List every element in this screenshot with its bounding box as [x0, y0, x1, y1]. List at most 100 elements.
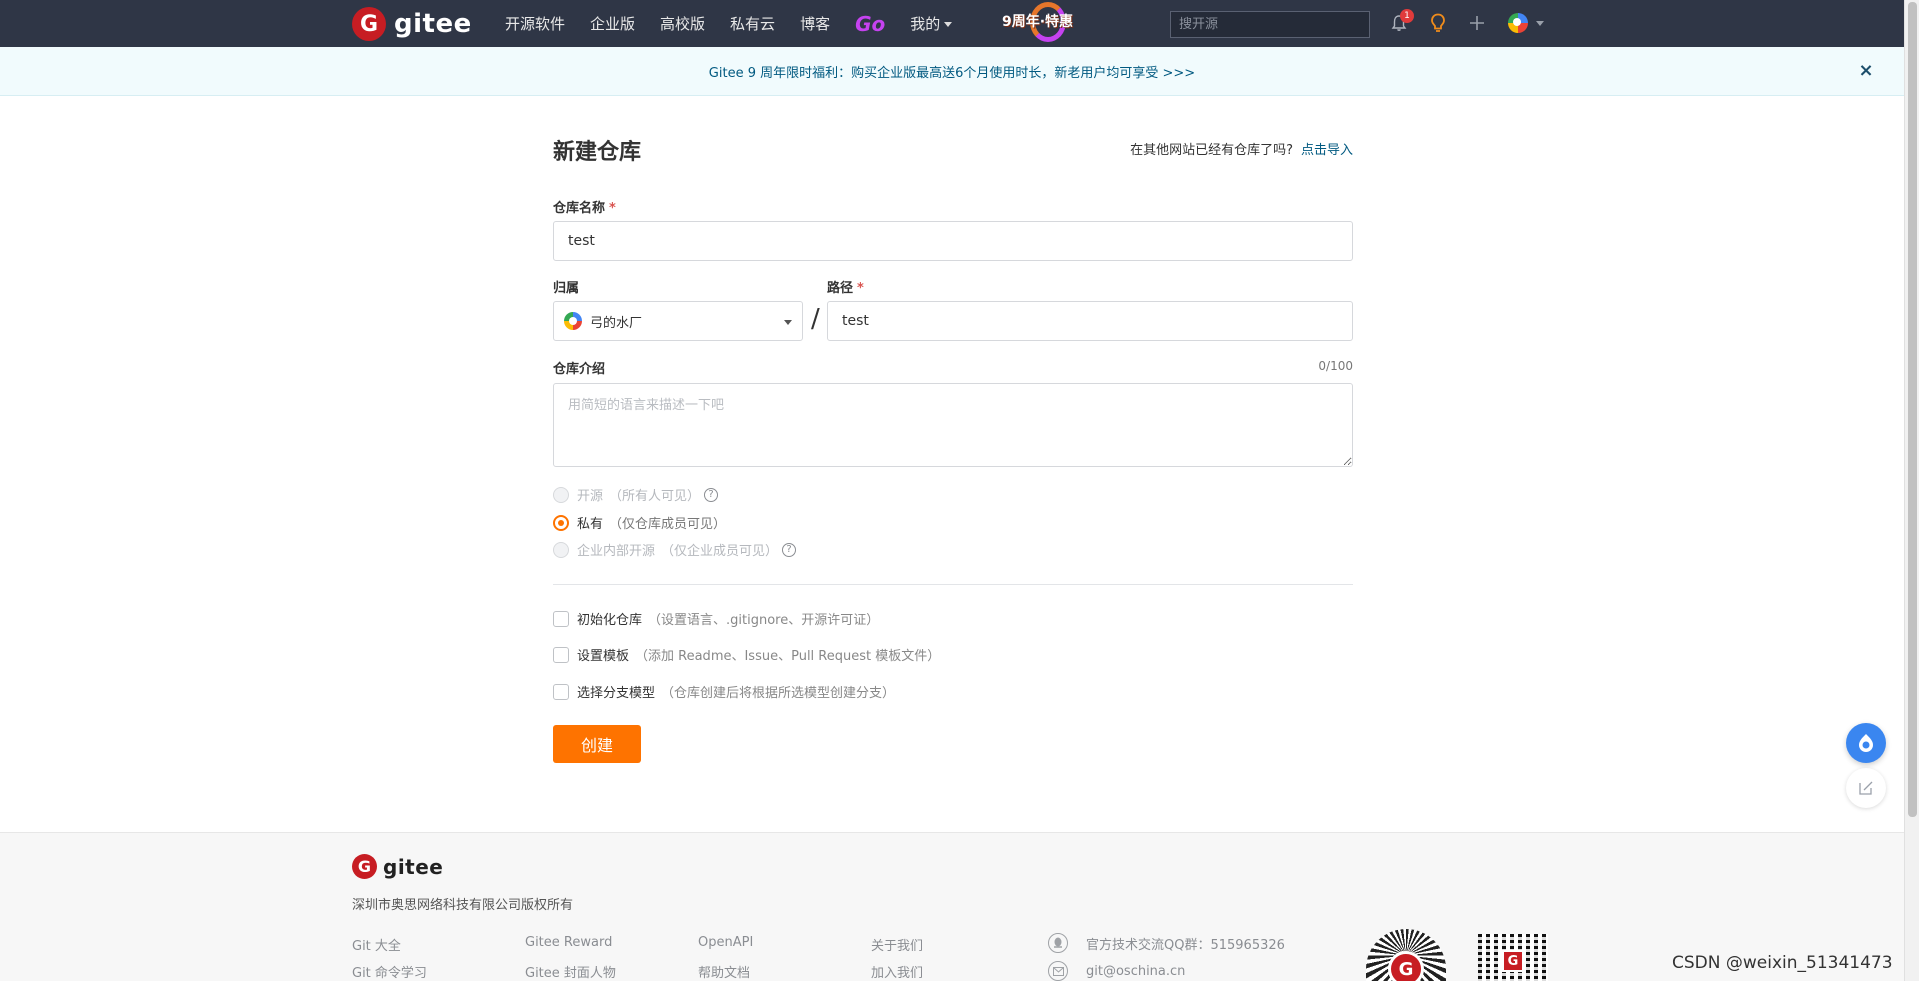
help-icon[interactable]: ? — [704, 487, 719, 502]
option-branch-model-hint: （仓库创建后将根据所选模型创建分支） — [661, 686, 896, 701]
import-hint: 在其他网站已经有仓库了吗? 点击导入 — [1130, 139, 1353, 158]
footer-link-openapi[interactable]: OpenAPI — [698, 935, 753, 950]
checkbox-branch-model[interactable] — [553, 683, 569, 700]
path-separator: / — [811, 304, 820, 334]
footer-link-git-commands[interactable]: Git 命令学习 — [352, 962, 427, 981]
required-mark: * — [857, 281, 864, 296]
owner-select-value: 弓的水厂 — [590, 315, 643, 331]
anniversary-banner[interactable]: 9周年·特惠 — [1002, 2, 1086, 44]
path-input[interactable]: test — [827, 301, 1353, 341]
option-init-repo-hint: （设置语言、.gitignore、开源许可证） — [648, 613, 880, 628]
nav-item-private-cloud[interactable]: 私有云 — [730, 13, 775, 34]
notification-button[interactable]: 1 — [1388, 9, 1414, 34]
chevron-down-icon — [1536, 20, 1544, 26]
wechat-qr-code: G — [1478, 934, 1548, 981]
visibility-public-hint: （所有人可见） — [609, 489, 701, 504]
mail-icon — [1048, 961, 1068, 981]
gitee-logo-icon: G — [352, 854, 377, 879]
import-link[interactable]: 点击导入 — [1301, 143, 1353, 158]
nav-item-open-source[interactable]: 开源软件 — [505, 13, 565, 34]
watermark: CSDN @weixin_51341473 — [1672, 953, 1893, 973]
lightbulb-button[interactable] — [1427, 12, 1449, 34]
avatar — [1508, 13, 1528, 33]
chevron-down-icon — [784, 320, 792, 325]
support-chat-button[interactable] — [1846, 723, 1886, 763]
required-mark: * — [609, 201, 616, 216]
edit-icon — [1859, 781, 1873, 795]
gitee-logo-icon: G — [352, 7, 386, 41]
radio-private[interactable] — [553, 514, 569, 531]
footer-link-reward[interactable]: Gitee Reward — [525, 935, 612, 950]
create-menu-button[interactable] — [1466, 12, 1488, 34]
footer: G gitee 深圳市奥思网络科技有限公司版权所有 Git 大全 Git 命令学… — [0, 832, 1904, 981]
page-title: 新建仓库 — [553, 140, 642, 165]
checkbox-init-repo[interactable] — [553, 610, 569, 627]
option-template-hint: （添加 Readme、Issue、Pull Request 模板文件） — [635, 649, 941, 664]
divider — [553, 584, 1353, 585]
description-textarea[interactable] — [553, 383, 1353, 467]
search-input[interactable] — [1170, 11, 1370, 38]
nav-mine-label: 我的 — [910, 15, 941, 33]
description-counter: 0/100 — [1318, 359, 1353, 373]
owner-select[interactable]: 弓的水厂 — [553, 301, 803, 341]
help-icon[interactable]: ? — [782, 542, 797, 557]
footer-link-git-guide[interactable]: Git 大全 — [352, 935, 401, 954]
owner-label: 归属 — [553, 281, 580, 296]
footer-link-about[interactable]: 关于我们 — [871, 935, 923, 954]
gitee-logo[interactable]: G gitee — [352, 7, 472, 41]
gitee-logo-icon: G — [1388, 951, 1424, 981]
nav-item-mine[interactable]: 我的 — [910, 13, 953, 34]
visibility-option-private[interactable]: 私有 （仅仓库成员可见） — [553, 513, 726, 532]
page-scrollbar[interactable] — [1904, 0, 1919, 981]
nav-item-education[interactable]: 高校版 — [660, 13, 705, 34]
footer-link-cover-people[interactable]: Gitee 封面人物 — [525, 962, 616, 981]
description-label: 仓库介绍 — [553, 362, 606, 377]
gitee-logo-text: gitee — [394, 9, 472, 39]
repo-name-label: 仓库名称 * — [553, 197, 616, 216]
visibility-public-label: 开源 — [577, 489, 604, 504]
option-template[interactable]: 设置模板 （添加 Readme、Issue、Pull Request 模板文件） — [553, 645, 940, 664]
scrollbar-thumb[interactable] — [1908, 2, 1917, 817]
create-button[interactable]: 创建 — [553, 725, 641, 763]
plus-icon — [1470, 16, 1484, 30]
footer-logo[interactable]: G gitee — [352, 854, 443, 879]
email-text: git@oschina.cn — [1086, 963, 1186, 979]
nav-item-blog[interactable]: 博客 — [800, 13, 830, 34]
nav-item-go[interactable]: Go — [855, 12, 885, 36]
option-init-repo-label: 初始化仓库 — [577, 613, 643, 628]
visibility-internal-label: 企业内部开源 — [577, 544, 656, 559]
radio-public[interactable] — [553, 486, 569, 503]
user-menu-button[interactable] — [1508, 12, 1544, 34]
close-icon[interactable]: × — [1856, 61, 1876, 81]
lightbulb-icon — [1431, 13, 1445, 32]
path-label: 路径 * — [827, 277, 864, 296]
visibility-internal-hint: （仅企业成员可见） — [661, 544, 779, 559]
checkbox-template[interactable] — [553, 646, 569, 663]
visibility-private-hint: （仅仓库成员可见） — [609, 517, 727, 532]
main-nav: 开源软件 企业版 高校版 私有云 博客 Go 我的 — [505, 0, 977, 47]
repo-name-input[interactable]: test — [553, 221, 1353, 261]
option-init-repo[interactable]: 初始化仓库 （设置语言、.gitignore、开源许可证） — [553, 609, 879, 628]
visibility-private-label: 私有 — [577, 517, 604, 532]
visibility-option-internal[interactable]: 企业内部开源 （仅企业成员可见） ? — [553, 540, 797, 559]
nav-item-enterprise[interactable]: 企业版 — [590, 13, 635, 34]
path-label-text: 路径 — [827, 281, 854, 296]
gitee-logo-icon: G — [1502, 950, 1524, 972]
option-template-label: 设置模板 — [577, 649, 630, 664]
qq-icon — [1048, 933, 1068, 953]
footer-link-join[interactable]: 加入我们 — [871, 962, 923, 981]
anniversary-label: 9周年·特惠 — [1002, 14, 1074, 30]
feedback-button[interactable] — [1846, 768, 1886, 808]
repo-name-label-text: 仓库名称 — [553, 201, 606, 216]
option-branch-model[interactable]: 选择分支模型 （仓库创建后将根据所选模型创建分支） — [553, 682, 895, 701]
announcement-text[interactable]: Gitee 9 周年限时福利：购买企业版最高送6个月使用时长，新老用户均可享受 … — [709, 62, 1195, 81]
owner-avatar — [564, 312, 582, 330]
footer-link-help-docs[interactable]: 帮助文档 — [698, 962, 750, 981]
radio-internal[interactable] — [553, 541, 569, 558]
top-navbar: G gitee 开源软件 企业版 高校版 私有云 博客 Go 我的 9周年·特惠… — [0, 0, 1904, 47]
footer-email[interactable]: git@oschina.cn — [1048, 961, 1185, 981]
chevron-down-icon — [944, 22, 953, 27]
copyright: 深圳市奥思网络科技有限公司版权所有 — [352, 898, 574, 913]
option-branch-model-label: 选择分支模型 — [577, 686, 656, 701]
visibility-option-public[interactable]: 开源 （所有人可见） ? — [553, 485, 719, 504]
